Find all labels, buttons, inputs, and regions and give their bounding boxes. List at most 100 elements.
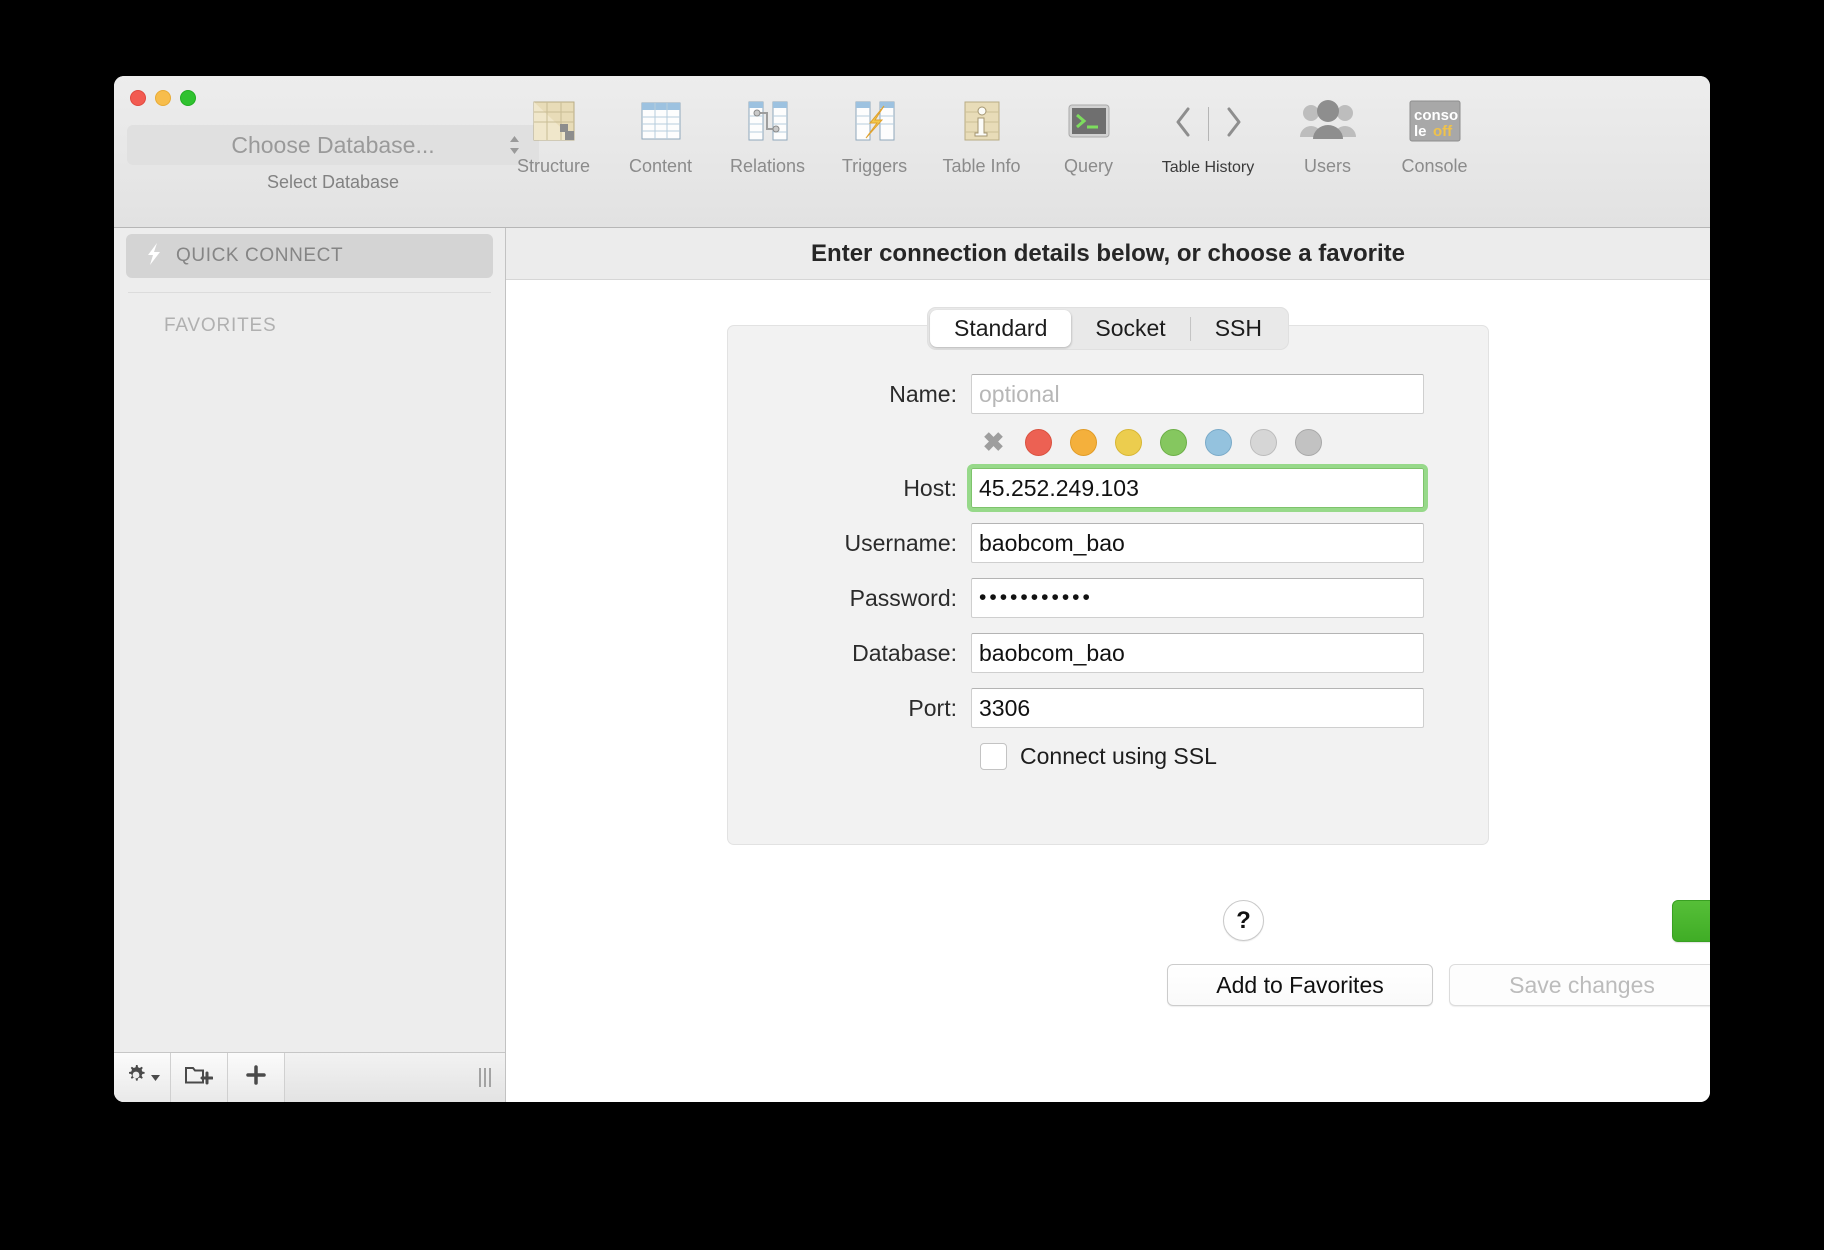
database-input[interactable]: baobcom_bao [971,633,1424,673]
host-input[interactable]: 45.252.249.103 [971,468,1424,508]
toolbar-item-label: Relations [730,156,805,177]
swatch-green[interactable] [1160,429,1187,456]
host-label: Host: [728,475,971,502]
console-icon: conso le off [1407,90,1463,152]
toolbar-item-table-info[interactable]: Table Info [928,90,1035,177]
minimize-button[interactable] [155,90,171,106]
sidebar-item-quick-connect[interactable]: QUICK CONNECT [126,234,493,278]
host-row: Host: 45.252.249.103 [728,468,1488,508]
tab-standard[interactable]: Standard [930,310,1071,347]
toolbar-item-query[interactable]: Query [1035,90,1142,177]
swatch-light-gray[interactable] [1250,429,1277,456]
chevron-right-icon[interactable] [1225,106,1243,143]
tab-ssh[interactable]: SSH [1191,310,1286,347]
save-changes-button: Save changes [1449,964,1710,1006]
ssl-label: Connect using SSL [1020,743,1217,770]
username-label: Username: [728,530,971,557]
swatch-yellow[interactable] [1115,429,1142,456]
password-label: Password: [728,585,971,612]
toolbar-item-console[interactable]: conso le off Console [1381,90,1488,177]
add-to-favorites-button[interactable]: Add to Favorites [1167,964,1433,1006]
caret-down-icon [151,1069,160,1087]
page-title: Enter connection details below, or choos… [811,240,1405,268]
toolbar-item-table-history[interactable]: Table History [1142,93,1274,177]
password-input[interactable]: ••••••••••• [971,578,1424,618]
window-body: QUICK CONNECT FAVORITES [114,228,1710,1102]
sidebar-list: QUICK CONNECT FAVORITES [114,228,505,1052]
chevron-left-icon[interactable] [1174,106,1192,143]
table-info-icon [957,90,1007,152]
query-icon [1064,90,1114,152]
name-row: Name: optional [728,374,1488,414]
users-icon [1298,90,1358,152]
swatch-none-icon[interactable]: ✖ [980,429,1007,456]
lightning-bolt-icon [144,242,164,271]
username-input[interactable]: baobcom_bao [971,523,1424,563]
select-database-caption: Select Database [127,172,539,193]
traffic-lights [130,90,196,106]
port-row: Port: 3306 [728,688,1488,728]
action-button-row: Add to Favorites Save changes Test conne… [1167,964,1710,1006]
ssl-row: Connect using SSL [980,743,1488,770]
favorites-header: FAVORITES [114,293,505,337]
toolbar-items: Structure Content [500,90,1488,177]
name-input[interactable]: optional [971,374,1424,414]
swatch-blue[interactable] [1205,429,1232,456]
password-row: Password: ••••••••••• [728,578,1488,618]
color-swatch-row: ✖ [980,429,1488,456]
sidebar-bottom-bar [114,1052,505,1102]
tab-socket[interactable]: Socket [1071,310,1189,347]
toolbar-item-triggers[interactable]: Triggers [821,90,928,177]
sidebar-resize-area[interactable] [285,1053,505,1102]
sidebar-settings-button[interactable] [114,1053,171,1102]
nav-divider [1208,107,1209,141]
zoom-button[interactable] [180,90,196,106]
triggers-icon [850,90,900,152]
database-row: Database: baobcom_bao [728,633,1488,673]
toolbar-item-label: Console [1401,156,1467,177]
help-button[interactable]: ? [1223,900,1264,941]
connection-form: Name: optional ✖ [728,326,1488,770]
connection-content: Name: optional ✖ [506,280,1710,1102]
sidebar-add-button[interactable] [228,1053,285,1102]
segmented-control: Standard Socket SSH [927,307,1289,350]
svg-text:le: le [1414,123,1427,140]
favorites-sidebar: QUICK CONNECT FAVORITES [114,228,506,1102]
resize-grip-icon[interactable] [479,1068,491,1087]
database-label: Database: [728,640,971,667]
swatch-orange[interactable] [1070,429,1097,456]
svg-text:off: off [1433,123,1453,140]
close-button[interactable] [130,90,146,106]
structure-icon [529,90,579,152]
toolbar-item-content[interactable]: Content [607,90,714,177]
name-label: Name: [728,381,971,408]
sidebar-new-folder-button[interactable] [171,1053,228,1102]
database-picker-group: Choose Database... [127,125,539,165]
toolbar-item-label: Content [629,156,692,177]
toolbar-item-relations[interactable]: Relations [714,90,821,177]
toolbar-item-label: Structure [517,156,590,177]
ssl-checkbox[interactable] [980,743,1007,770]
connection-header: Enter connection details below, or choos… [506,228,1710,280]
toolbar-item-label: Triggers [842,156,907,177]
connection-pane: Enter connection details below, or choos… [506,228,1710,1102]
toolbar-item-label: Query [1064,156,1113,177]
toolbar-item-label: Users [1304,156,1351,177]
app-window: Choose Database... Select Database [114,76,1710,1102]
port-input[interactable]: 3306 [971,688,1424,728]
toolbar: Choose Database... Select Database [114,76,1710,228]
username-row: Username: baobcom_bao [728,523,1488,563]
toolbar-item-users[interactable]: Users [1274,90,1381,177]
swatch-gray[interactable] [1295,429,1322,456]
connection-form-panel: Name: optional ✖ [727,325,1489,845]
choose-database-dropdown[interactable]: Choose Database... [127,125,539,165]
new-folder-icon [185,1063,213,1092]
connect-button[interactable]: Connect [1672,900,1710,942]
plus-icon [245,1064,267,1091]
toolbar-item-label: Table History [1162,159,1254,177]
choose-database-value: Choose Database... [231,132,434,159]
toolbar-item-structure[interactable]: Structure [500,90,607,177]
svg-text:conso: conso [1414,107,1458,124]
port-label: Port: [728,695,971,722]
swatch-red[interactable] [1025,429,1052,456]
